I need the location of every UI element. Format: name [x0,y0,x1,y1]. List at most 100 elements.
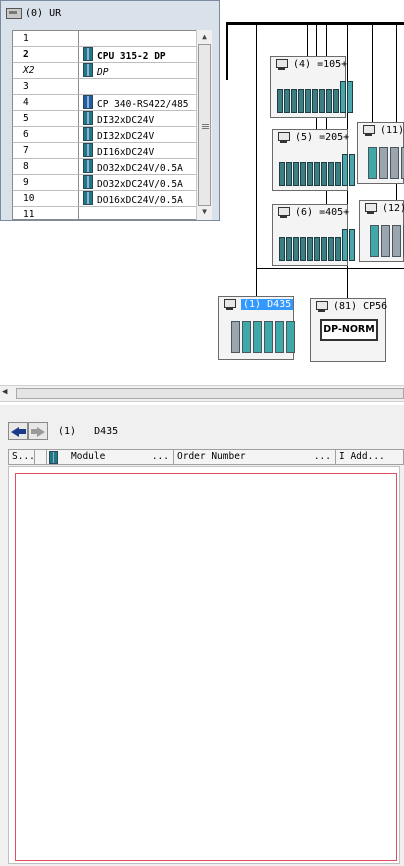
module-group-icon [368,147,404,179]
back-arrow-icon[interactable] [8,422,28,440]
dp-slave-device[interactable]: (12) [359,200,404,262]
bus-crossline [256,268,404,269]
slot-number: 11 [13,207,79,219]
slot-number: 7 [13,143,79,158]
rack-row[interactable]: 6 DI32xDC24V [13,127,201,143]
bus-branch-line [256,24,257,299]
slot-number: 6 [13,127,79,142]
slot-module: DO16xDC24V/0.5A [97,195,183,206]
slot-number: X2 [13,63,79,78]
slot-module [83,207,201,219]
rack-row[interactable]: 10 DO16xDC24V/0.5A [13,191,201,207]
rack-vertical-scrollbar[interactable]: ▲ ▼ [196,30,212,220]
et200-rack-icon [279,227,355,261]
station-tag-icon [363,203,377,215]
rack-row[interactable]: 4 CP 340-RS422/485 [13,95,201,111]
rack-scroll-thumb[interactable] [198,44,211,206]
forward-arrow-icon[interactable] [28,422,48,440]
dp-slave-device[interactable]: (81) CP56 DP-NORM [310,298,388,362]
io-module-icon [83,111,93,125]
slot-module: DO32xDC24V/0.5A [97,163,183,174]
slot-module: CPU 315-2 DP [97,51,166,62]
slot-module: DI16xDC24V [97,147,155,158]
network-horizontal-scrollbar[interactable]: ◀ [0,385,404,402]
slot-number: 8 [13,159,79,174]
slot-number: 4 [13,95,79,110]
device-label: (11) [380,125,404,136]
cpu-connection-line [226,22,228,80]
device-label: (12) [382,203,404,214]
device-label: (4) =105+ [293,59,348,70]
dp-master-bus [226,22,404,25]
slot-module [83,79,201,94]
column-order-number[interactable]: Order Number... [174,450,336,464]
detail-table-area[interactable] [8,466,400,864]
station-tag-icon [222,299,236,311]
rack-row[interactable]: 9 DO32xDC24V/0.5A [13,175,201,191]
column-slot[interactable]: S... [9,450,35,464]
rack-row[interactable]: 3 [13,79,201,95]
slot-number: 10 [13,191,79,206]
module-group-icon [231,321,295,353]
detail-path-index: (1) [58,425,77,437]
rack-row[interactable]: 2 CPU 315-2 DP [13,47,201,63]
device-label: (1) D435 [241,299,294,310]
station-tag-icon [276,132,290,144]
dp-slave-device[interactable]: (6) =405+ [272,204,355,266]
rack-row[interactable]: 5 DI32xDC24V [13,111,201,127]
module-group-icon [370,225,404,257]
rack-row[interactable]: 8 DO32xDC24V/0.5A [13,159,201,175]
slot-module: DI32xDC24V [97,115,155,126]
slot-module [83,31,201,46]
slot-number: 9 [13,175,79,190]
io-module-icon [83,159,93,173]
column-module[interactable]: Module... [47,450,174,464]
scroll-up-arrow-icon[interactable]: ▲ [197,30,212,44]
io-module-icon [83,175,93,189]
rack-icon [6,7,22,19]
rack-row[interactable]: X2 DP [13,63,201,79]
rack-slot-table[interactable]: 1 2 CPU 315-2 DP X2 DP 3 4 CP 340-RS422/… [12,30,202,220]
dp-slave-device[interactable]: (4) =105+ [270,56,353,118]
grip-icon [202,123,209,129]
slot-module: DO32xDC24V/0.5A [97,179,183,190]
dp-interface-icon [83,63,93,77]
station-tag-icon [274,59,288,71]
bus-branch-line [307,24,308,58]
rack-row[interactable]: 1 [13,31,201,47]
station-tag-icon [361,125,375,137]
slot-module: DI32xDC24V [97,131,155,142]
et200-rack-icon [277,79,353,113]
device-label: (81) CP56 [333,301,388,312]
slot-number: 1 [13,31,79,46]
scroll-down-arrow-icon[interactable]: ▼ [197,205,212,219]
et200-rack-icon [279,152,355,186]
rack-row[interactable]: 11 [13,207,201,219]
rack-row[interactable]: 7 DI16xDC24V [13,143,201,159]
column-blank[interactable] [35,450,47,464]
rack-title: (0) UR [6,6,61,20]
detail-panel: (1) D435 S... Module... Order Number... I… [0,405,404,866]
rack-window[interactable]: (0) UR 1 2 CPU 315-2 DP X2 DP 3 4 CP 340… [0,0,220,221]
device-label: (5) =205+ [295,132,350,143]
slot-number: 3 [13,79,79,94]
cp-module-icon [83,95,93,109]
dp-slave-device-selected[interactable]: (1) D435 [218,296,295,360]
network-scroll-thumb[interactable] [16,388,404,399]
dp-slave-device[interactable]: (11) [357,122,404,184]
detail-path: (1) D435 [58,426,118,437]
io-module-icon [83,143,93,157]
io-module-icon [83,127,93,141]
scroll-left-arrow-icon[interactable]: ◀ [2,387,7,397]
selection-frame [15,473,397,861]
io-module-icon [83,191,93,205]
device-label: (6) =405+ [295,207,350,218]
detail-column-header: S... Module... Order Number... I Add... [8,449,404,465]
column-i-address[interactable]: I Add... [336,450,404,464]
slot-module: DP [97,67,109,78]
dp-slave-device[interactable]: (5) =205+ [272,129,355,191]
detail-nav-bar: (1) D435 [8,421,118,441]
cpu-module-icon [83,47,93,61]
slot-number: 5 [13,111,79,126]
slot-number: 2 [13,47,79,62]
